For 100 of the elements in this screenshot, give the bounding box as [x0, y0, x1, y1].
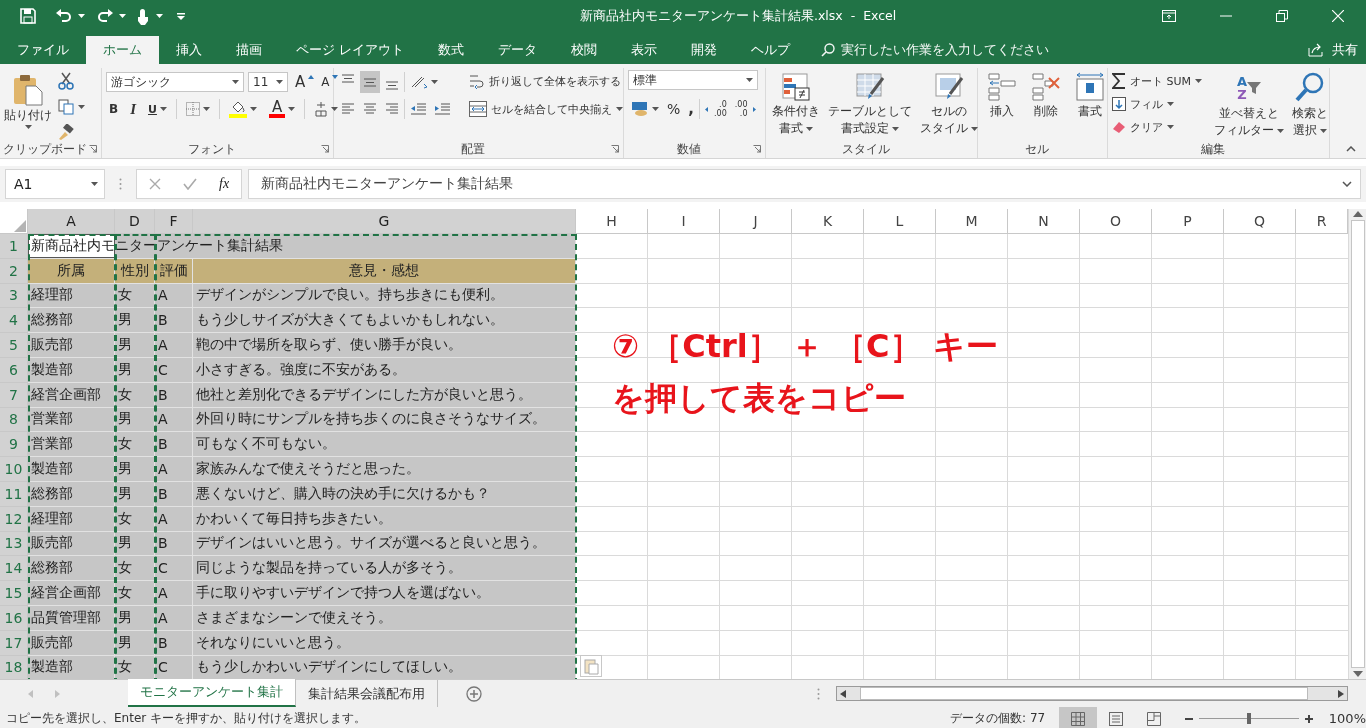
column-header[interactable]: F — [155, 209, 193, 234]
row-header[interactable]: 16 — [0, 605, 28, 631]
caret-icon[interactable] — [892, 126, 899, 131]
cut-icon[interactable] — [58, 72, 74, 90]
fill-button[interactable]: フィル — [1112, 93, 1203, 115]
caret-icon[interactable] — [288, 107, 296, 111]
delete-cells-button[interactable]: 削除 — [1029, 70, 1063, 140]
name-box[interactable]: A1 — [5, 169, 105, 199]
column-header[interactable]: M — [936, 209, 1008, 234]
expand-icon[interactable] — [1342, 181, 1352, 187]
row-header[interactable]: 1 — [0, 234, 28, 259]
insert-function-button[interactable]: fx — [219, 176, 230, 192]
check-icon[interactable] — [183, 178, 197, 190]
column-header[interactable]: R — [1296, 209, 1348, 234]
column-header[interactable]: O — [1080, 209, 1152, 234]
add-sheet-icon[interactable] — [466, 685, 482, 702]
caret-icon[interactable] — [652, 107, 659, 111]
font-size-dropdown[interactable]: 11 — [248, 72, 288, 92]
caret-icon[interactable] — [78, 14, 85, 18]
column-header[interactable]: A — [28, 209, 115, 234]
caret-icon[interactable] — [806, 126, 813, 131]
caret-icon[interactable] — [91, 182, 98, 186]
caret-icon[interactable] — [746, 78, 753, 82]
column-header[interactable]: I — [648, 209, 720, 234]
column-header[interactable]: J — [720, 209, 792, 234]
caret-icon[interactable] — [249, 107, 257, 111]
font-color-button[interactable]: A — [265, 98, 299, 120]
redo-icon[interactable] — [97, 9, 113, 23]
ribbon-tab[interactable]: ページ レイアウト — [279, 36, 421, 64]
percent-button[interactable]: % — [664, 98, 684, 120]
row-header[interactable]: 17 — [0, 630, 28, 656]
decrease-decimal-button[interactable]: .00 .0 — [731, 98, 760, 120]
tell-me-field[interactable]: 実行したい作業を入力してください — [841, 41, 1049, 59]
ribbon-tab[interactable]: 校閲 — [554, 36, 614, 64]
italic-button[interactable]: I — [127, 98, 139, 120]
row-header[interactable]: 4 — [0, 308, 28, 334]
ribbon-tab[interactable]: 表示 — [614, 36, 674, 64]
wrap-text-button[interactable]: 折り返して全体を表示する — [469, 70, 623, 92]
caret-icon[interactable] — [78, 105, 85, 109]
format-cells-button[interactable]: 書式 — [1073, 70, 1107, 140]
column-header[interactable]: D — [115, 209, 155, 234]
dialog-launcher-icon[interactable] — [321, 145, 329, 153]
underline-button[interactable]: U — [145, 98, 170, 120]
ribbon-tab[interactable]: 描画 — [219, 36, 279, 64]
copy-icon[interactable] — [58, 99, 74, 115]
column-header[interactable]: G — [193, 209, 576, 234]
caret-icon[interactable] — [1167, 125, 1174, 129]
row-header[interactable]: 15 — [0, 581, 28, 606]
row-header[interactable]: 11 — [0, 481, 28, 507]
customize-toolbar-icon[interactable] — [177, 12, 185, 20]
caret-icon[interactable] — [276, 80, 283, 84]
bold-button[interactable]: B — [106, 98, 122, 120]
zoom-slider-thumb[interactable] — [1246, 713, 1251, 724]
scroll-down-icon[interactable] — [1352, 671, 1363, 677]
row-header[interactable]: 7 — [0, 382, 28, 408]
cell-styles-button[interactable]: セルの スタイル — [918, 70, 980, 140]
caret-icon[interactable] — [232, 80, 239, 84]
zoom-in-icon[interactable] — [1304, 714, 1313, 723]
row-header[interactable]: 14 — [0, 556, 28, 582]
restore-icon[interactable] — [1276, 10, 1288, 22]
format-as-table-button[interactable]: テーブルとして 書式設定 — [826, 70, 914, 140]
row-header[interactable]: 10 — [0, 457, 28, 482]
search-icon[interactable] — [821, 43, 835, 57]
ribbon-tab[interactable]: 開発 — [674, 36, 734, 64]
formula-field[interactable]: 新商品社内モニターアンケート集計結果 — [248, 169, 1361, 199]
horizontal-scrollbar[interactable] — [836, 686, 1348, 701]
sort-filter-button[interactable]: A Z 並べ替えと フィルター — [1212, 70, 1287, 140]
scroll-up-icon[interactable] — [1352, 211, 1363, 217]
share-button[interactable]: 共有 — [1308, 36, 1358, 64]
column-header[interactable]: P — [1152, 209, 1224, 234]
comma-button[interactable]: , — [685, 98, 697, 120]
dialog-launcher-icon[interactable] — [753, 145, 761, 153]
merge-center-button[interactable]: セルを結合して中央揃え — [469, 98, 623, 120]
row-header[interactable]: 18 — [0, 655, 28, 679]
shrink-font-button[interactable]: A — [321, 71, 339, 93]
ribbon-tab[interactable]: ファイル — [0, 36, 86, 64]
column-header[interactable]: H — [576, 209, 648, 234]
caret-icon[interactable] — [159, 107, 167, 111]
scroll-left-icon[interactable] — [840, 689, 846, 698]
row-header[interactable]: 5 — [0, 333, 28, 358]
caret-icon[interactable] — [1195, 79, 1203, 83]
column-header[interactable]: N — [1008, 209, 1080, 234]
ribbon-tab[interactable]: 挿入 — [159, 36, 219, 64]
caret-icon[interactable] — [156, 14, 163, 18]
caret-icon[interactable] — [24, 125, 32, 129]
ribbon-tab[interactable]: ホーム — [86, 36, 159, 64]
caret-icon[interactable] — [202, 107, 210, 111]
caret-icon[interactable] — [1277, 128, 1285, 133]
sheet-tab[interactable]: モニターアンケート集計 — [128, 679, 296, 707]
view-button[interactable] — [1058, 707, 1097, 728]
ribbon-tab[interactable]: 数式 — [421, 36, 481, 64]
grow-font-button[interactable]: A — [292, 71, 318, 93]
caret-icon[interactable] — [431, 80, 438, 84]
autosum-button[interactable]: オート SUM — [1112, 70, 1203, 92]
caret-icon[interactable] — [119, 14, 126, 18]
row-header[interactable]: 2 — [0, 258, 28, 284]
undo-icon[interactable] — [56, 9, 72, 23]
increase-decimal-button[interactable]: .0 .00 — [702, 98, 730, 120]
caret-icon[interactable] — [1167, 102, 1174, 106]
collapse-ribbon-icon[interactable] — [1346, 146, 1356, 152]
